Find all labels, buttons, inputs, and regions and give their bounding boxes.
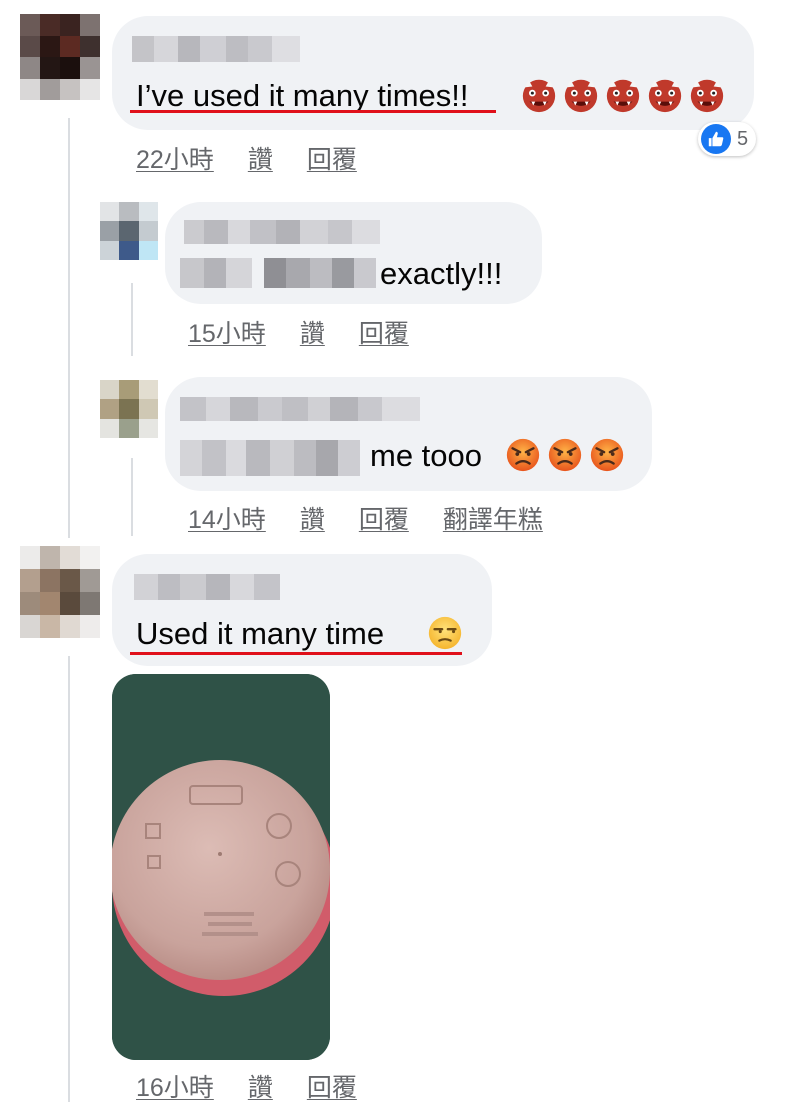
thread-line-comment-4 [68,656,70,1102]
avatar[interactable] [20,14,100,100]
thread-line-main [68,118,70,538]
avatar[interactable] [20,546,100,638]
like-button[interactable]: 讚 [248,1068,273,1104]
comment-meta: 16小時 讚 回覆 [136,1068,357,1104]
pouting-face-icon [548,438,582,472]
avatar[interactable] [100,380,158,438]
emoji-row [504,436,630,474]
highlight-underline [130,652,462,655]
like-button[interactable]: 讚 [300,500,325,536]
reaction-badge[interactable]: 5 [698,122,757,156]
comment-text: exactly!!! [380,256,503,291]
ogre-icon [690,79,724,113]
comment-text: me tooo [370,438,483,473]
timestamp-link[interactable]: 22小時 [136,140,214,176]
reply-button[interactable]: 回覆 [307,140,357,176]
reply-button[interactable]: 回覆 [359,314,409,350]
attached-photo[interactable] [112,674,330,1060]
like-button[interactable]: 讚 [248,140,273,176]
blurred-username[interactable] [180,397,420,421]
timestamp-link[interactable]: 16小時 [136,1068,214,1104]
emoji-row [426,614,468,652]
comment-text: Used it many time [136,616,385,651]
pouting-face-icon [506,438,540,472]
blurred-text [180,258,376,288]
thumbs-up-icon [701,124,731,154]
emoji-row [520,76,730,114]
comment-meta: 14小時 讚 回覆 翻譯年糕 [188,500,543,536]
ogre-icon [606,79,640,113]
blurred-text [180,440,360,476]
reply-button[interactable]: 回覆 [359,500,409,536]
ogre-icon [564,79,598,113]
comment-meta: 15小時 讚 回覆 [188,314,409,350]
thread-line-reply-2 [131,458,133,536]
translate-button[interactable]: 翻譯年糕 [443,500,543,536]
ogre-icon [648,79,682,113]
reaction-count: 5 [737,127,749,150]
like-button[interactable]: 讚 [300,314,325,350]
avatar[interactable] [100,202,158,260]
comment-meta: 22小時 讚 回覆 [136,140,357,176]
timestamp-link[interactable]: 14小時 [188,500,266,536]
thread-line-reply-1 [131,283,133,356]
timestamp-link[interactable]: 15小時 [188,314,266,350]
ogre-icon [522,79,556,113]
pouting-face-icon [590,438,624,472]
cup-photo-graphic [112,674,330,1060]
blurred-username[interactable] [184,220,380,244]
comment-text: I’ve used it many times!! [136,78,469,113]
highlight-underline [130,110,496,113]
blurred-username[interactable] [134,574,280,600]
unamused-face-icon [428,616,462,650]
reply-button[interactable]: 回覆 [307,1068,357,1104]
blurred-username[interactable] [132,36,300,62]
